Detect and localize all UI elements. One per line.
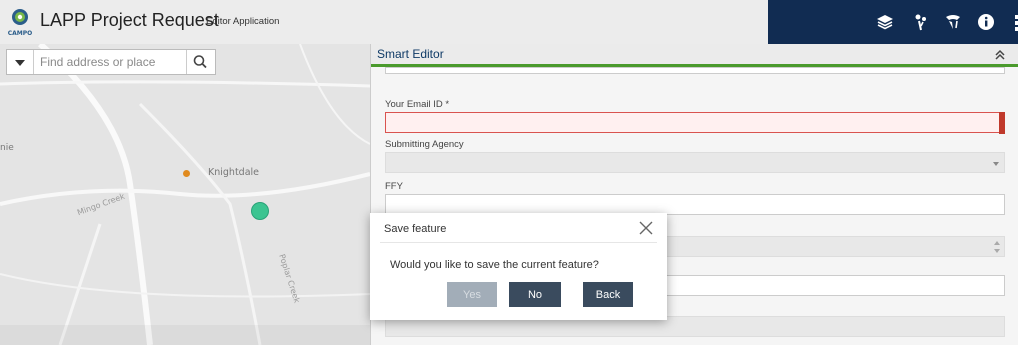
app-title: LAPP Project Request [40, 10, 219, 30]
map-view[interactable]: nie Knightdale Mingo Creek Poplar Creek [0, 44, 370, 345]
more-icon[interactable] [1008, 13, 1018, 31]
legend-icon[interactable] [912, 13, 930, 31]
app-header: CAMPO LAPP Project Request Editor Applic… [0, 0, 1018, 44]
dialog-message: Would you like to save the current featu… [390, 259, 599, 271]
info-icon[interactable] [977, 13, 995, 31]
save-feature-dialog: Save feature Would you like to save the … [370, 213, 667, 320]
search-icon[interactable] [186, 50, 215, 74]
chevron-down-icon [993, 162, 999, 166]
decrement-icon[interactable] [994, 249, 1000, 253]
submitting-agency-select[interactable] [385, 152, 1005, 173]
no-button[interactable]: No [509, 282, 561, 307]
map-base [0, 44, 370, 345]
layers-icon[interactable] [876, 13, 894, 31]
map-label-town: Knightdale [208, 167, 260, 178]
previous-field[interactable] [385, 67, 1005, 74]
increment-icon[interactable] [994, 241, 1000, 245]
svg-text:CAMPO: CAMPO [8, 30, 33, 37]
search-source-dropdown[interactable] [7, 50, 34, 74]
dialog-title: Save feature [384, 223, 447, 235]
panel-header: Smart Editor [371, 44, 1018, 64]
place-marker [183, 170, 190, 177]
collapse-icon[interactable] [994, 48, 1006, 60]
app-subtitle: Editor Application [206, 16, 280, 27]
ffy-field[interactable] [385, 194, 1005, 215]
field-label-ffy: FFY [385, 181, 403, 192]
field-label-agency: Submitting Agency [385, 139, 464, 150]
yes-button[interactable]: Yes [447, 282, 497, 307]
back-button[interactable]: Back [583, 282, 633, 307]
search-widget [6, 49, 216, 75]
panel-title: Smart Editor [377, 47, 444, 61]
field-label-email: Your Email ID * [385, 99, 450, 110]
email-field[interactable] [385, 112, 1005, 134]
required-error-indicator [999, 112, 1005, 134]
map-label-edge: nie [0, 143, 14, 153]
header-toolbar [768, 0, 1018, 44]
feature-marker[interactable] [251, 202, 269, 220]
close-icon[interactable] [639, 221, 653, 235]
campo-logo: CAMPO [8, 9, 33, 37]
basemap-gallery-icon[interactable] [944, 13, 962, 31]
dialog-divider [380, 242, 657, 243]
search-input[interactable] [34, 50, 196, 74]
map-attribution-strip [0, 325, 370, 345]
